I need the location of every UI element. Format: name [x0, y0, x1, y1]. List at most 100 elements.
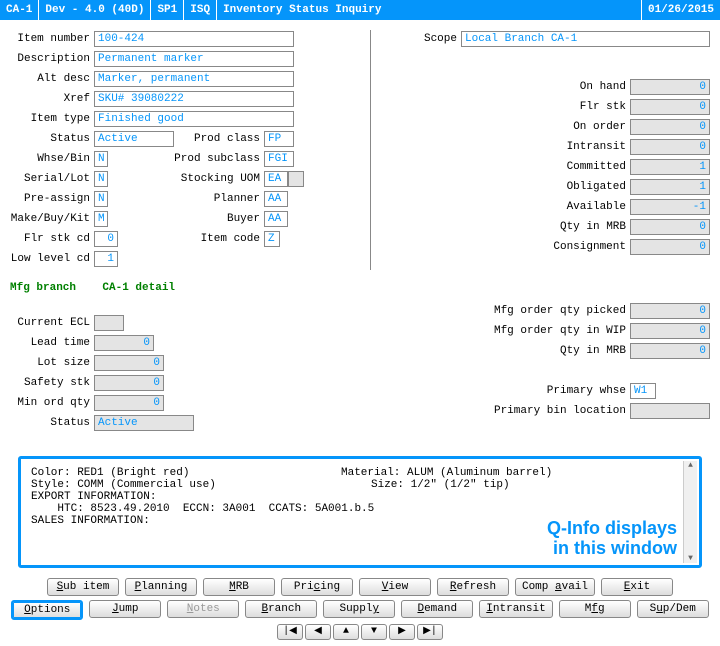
item-number-field[interactable]: 100-424	[94, 31, 294, 47]
comp-avail-button[interactable]: Comp avail	[515, 578, 595, 596]
current-ecl-field	[94, 315, 124, 331]
scrollbar[interactable]	[683, 461, 697, 563]
intransit-field: 0	[630, 139, 710, 155]
item-number-label: Item number	[10, 33, 94, 45]
planner-field[interactable]: AA	[264, 191, 288, 207]
scope-label: Scope	[401, 33, 461, 45]
on-hand-field: 0	[630, 79, 710, 95]
current-ecl-label: Current ECL	[10, 317, 94, 329]
committed-field: 1	[630, 159, 710, 175]
qinfo-material: Material: ALUM (Aluminum barrel)	[341, 467, 552, 479]
nav-down-icon[interactable]: ▼	[361, 624, 387, 640]
view-button[interactable]: View	[359, 578, 431, 596]
buyer-field[interactable]: AA	[264, 211, 288, 227]
options-button[interactable]: Options	[11, 600, 83, 620]
prod-subclass-field[interactable]: FGI	[264, 151, 294, 167]
prod-class-label: Prod class	[174, 133, 264, 145]
nav-up-icon[interactable]: ▲	[333, 624, 359, 640]
min-ord-qty-field: 0	[94, 395, 164, 411]
titlebar-branch: CA-1	[0, 0, 39, 20]
lead-time-field: 0	[94, 335, 154, 351]
safety-stk-label: Safety stk	[10, 377, 94, 389]
notes-button[interactable]: Notes	[167, 600, 239, 618]
button-row-1: Sub item Planning MRB Pricing View Refre…	[10, 578, 710, 596]
pricing-button[interactable]: Pricing	[281, 578, 353, 596]
flr-stk-label: Flr stk	[401, 101, 630, 113]
stocking-uom-label: Stocking UOM	[108, 173, 264, 185]
titlebar-env: Dev - 4.0 (40D)	[39, 0, 151, 20]
primary-bin-field	[630, 403, 710, 419]
pre-assign-field[interactable]: N	[94, 191, 108, 207]
demand-button[interactable]: Demand	[401, 600, 473, 618]
refresh-button[interactable]: Refresh	[437, 578, 509, 596]
whse-bin-label: Whse/Bin	[10, 153, 94, 165]
qinfo-panel: Color: RED1 (Bright red)Material: ALUM (…	[18, 456, 702, 568]
mfg-picked-label: Mfg order qty picked	[390, 305, 630, 317]
exit-button[interactable]: Exit	[601, 578, 673, 596]
description-label: Description	[10, 53, 94, 65]
scope-field[interactable]: Local Branch CA-1	[461, 31, 710, 47]
detail-heading: CA-1 detail	[102, 282, 175, 294]
on-order-label: On order	[401, 121, 630, 133]
lead-time-label: Lead time	[10, 337, 94, 349]
make-buy-kit-field[interactable]: M	[94, 211, 108, 227]
low-level-cd-field[interactable]: 1	[94, 251, 118, 267]
planning-button[interactable]: Planning	[125, 578, 197, 596]
status-label: Status	[10, 133, 94, 145]
mrb-button[interactable]: MRB	[203, 578, 275, 596]
vertical-divider	[370, 30, 371, 270]
pre-assign-label: Pre-assign	[10, 193, 94, 205]
mfg-wip-field: 0	[630, 323, 710, 339]
nav-last-icon[interactable]: ▶|	[417, 624, 443, 640]
intransit-label: Intransit	[401, 141, 630, 153]
consignment-field: 0	[630, 239, 710, 255]
nav-first-icon[interactable]: |◀	[277, 624, 303, 640]
jump-button[interactable]: Jump	[89, 600, 161, 618]
intransit-button[interactable]: Intransit	[479, 600, 552, 618]
mfg-button[interactable]: Mfg	[559, 600, 631, 618]
item-type-field[interactable]: Finished good	[94, 111, 294, 127]
xref-label: Xref	[10, 93, 94, 105]
titlebar-code: ISQ	[184, 0, 217, 20]
available-field: -1	[630, 199, 710, 215]
mfg-branch-heading: Mfg branch	[10, 282, 76, 294]
on-order-field: 0	[630, 119, 710, 135]
planner-label: Planner	[108, 193, 264, 205]
qinfo-color: Color: RED1 (Bright red)	[31, 467, 341, 479]
committed-label: Committed	[401, 161, 630, 173]
flr-stk-cd-label: Flr stk cd	[10, 233, 94, 245]
qinfo-export-line: HTC: 8523.49.2010 ECCN: 3A001 CCATS: 5A0…	[31, 503, 689, 515]
flr-stk-field: 0	[630, 99, 710, 115]
alt-desc-field[interactable]: Marker, permanent	[94, 71, 294, 87]
consignment-label: Consignment	[401, 241, 630, 253]
nav-next-icon[interactable]: ▶	[389, 624, 415, 640]
serial-lot-field[interactable]: N	[94, 171, 108, 187]
whse-bin-field[interactable]: N	[94, 151, 108, 167]
primary-whse-field[interactable]: W1	[630, 383, 656, 399]
sub-item-button[interactable]: Sub item	[47, 578, 119, 596]
lot-size-field: 0	[94, 355, 164, 371]
item-code-field[interactable]: Z	[264, 231, 280, 247]
qty-in-mrb-label: Qty in MRB	[401, 221, 630, 233]
prod-class-field[interactable]: FP	[264, 131, 294, 147]
qty-in-mrb-field: 0	[630, 219, 710, 235]
titlebar: CA-1 Dev - 4.0 (40D) SP1 ISQ Inventory S…	[0, 0, 720, 20]
item-type-label: Item type	[10, 113, 94, 125]
detail-qty-mrb-field: 0	[630, 343, 710, 359]
status-field[interactable]: Active	[94, 131, 174, 147]
min-ord-qty-label: Min ord qty	[10, 397, 94, 409]
stocking-uom-field[interactable]: EA	[264, 171, 288, 187]
sup-dem-button[interactable]: Sup/Dem	[637, 600, 709, 618]
xref-field[interactable]: SKU# 39080222	[94, 91, 294, 107]
qinfo-style: Style: COMM (Commercial use)	[31, 479, 371, 491]
obligated-field: 1	[630, 179, 710, 195]
detail-status-field: Active	[94, 415, 194, 431]
supply-button[interactable]: Supply	[323, 600, 395, 618]
branch-button[interactable]: Branch	[245, 600, 317, 618]
detail-status-label: Status	[10, 417, 94, 429]
nav-row: |◀ ◀ ▲ ▼ ▶ ▶|	[10, 624, 710, 640]
flr-stk-cd-field[interactable]: 0	[94, 231, 118, 247]
safety-stk-field: 0	[94, 375, 164, 391]
description-field[interactable]: Permanent marker	[94, 51, 294, 67]
nav-prev-icon[interactable]: ◀	[305, 624, 331, 640]
